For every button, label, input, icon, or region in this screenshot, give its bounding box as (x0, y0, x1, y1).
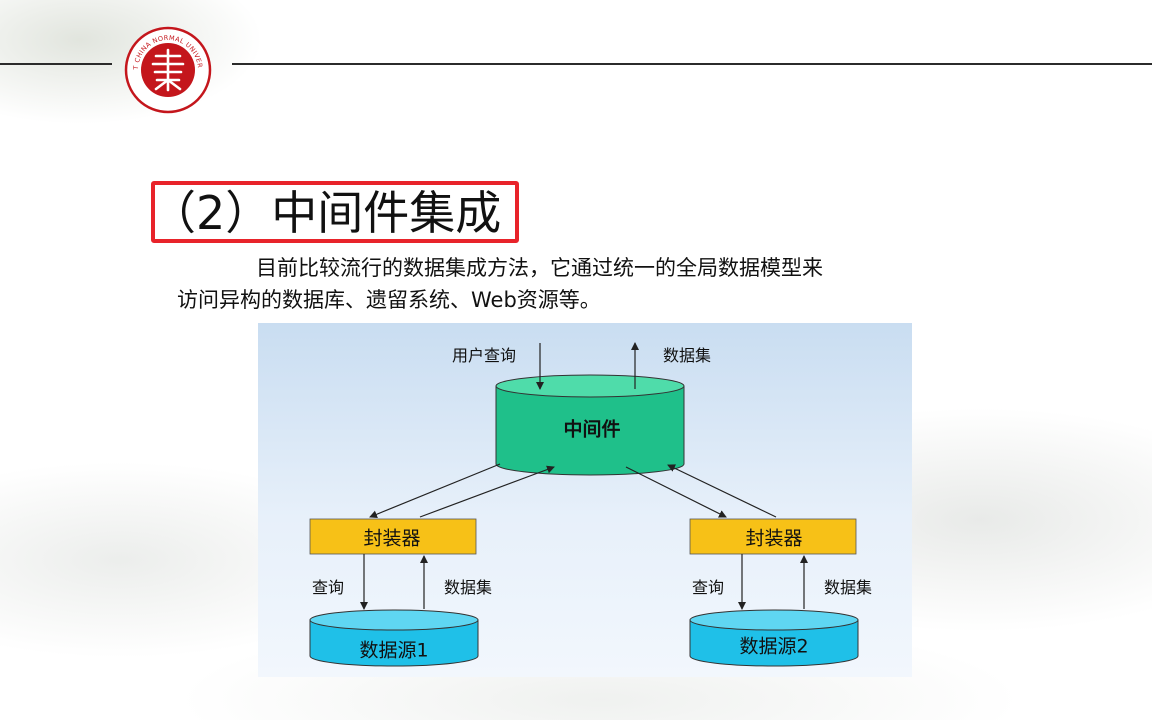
arrow-wrapper-right-to-middleware (667, 464, 777, 518)
diagram-canvas (309, 342, 859, 667)
data-source-2-label: 数据源2 (739, 635, 809, 658)
wrapper-right-label: 封装器 (745, 527, 803, 550)
query-left-label: 查询 (311, 578, 345, 597)
arrow-wrapper-left-to-middleware (419, 465, 555, 518)
middleware-label: 中间件 (563, 418, 621, 441)
header-rule-left (0, 63, 112, 65)
paragraph-line-1: 目前比较流行的数据集成方法，它通过统一的全局数据模型来 (256, 256, 823, 280)
paragraph-line-2: 访问异构的数据库、遗留系统、Web资源等。 (177, 288, 601, 312)
query-right-label: 查询 (691, 578, 725, 597)
slide-title: （2）中间件集成 (150, 186, 502, 240)
university-seal-icon: EAST CHINA NORMAL UNIVERSITY (121, 20, 212, 114)
middleware-diagram: 用户查询 数据集 中间件 封装器 封装器 查询 数据集 查询 数据集 数据源1 … (258, 323, 912, 677)
university-logo: EAST CHINA NORMAL UNIVERSITY (121, 20, 212, 114)
header-rule-right (232, 63, 1152, 65)
data-source-1-label: 数据源1 (359, 639, 429, 662)
dataset-left-label: 数据集 (443, 578, 493, 597)
dataset-right-label: 数据集 (823, 578, 873, 597)
user-query-label: 用户查询 (451, 346, 517, 365)
wrapper-left-label: 封装器 (363, 527, 421, 550)
dataset-top-label: 数据集 (662, 346, 712, 365)
arrow-middleware-to-wrapper-left (369, 463, 501, 519)
arrow-middleware-to-wrapper-right (625, 466, 727, 518)
